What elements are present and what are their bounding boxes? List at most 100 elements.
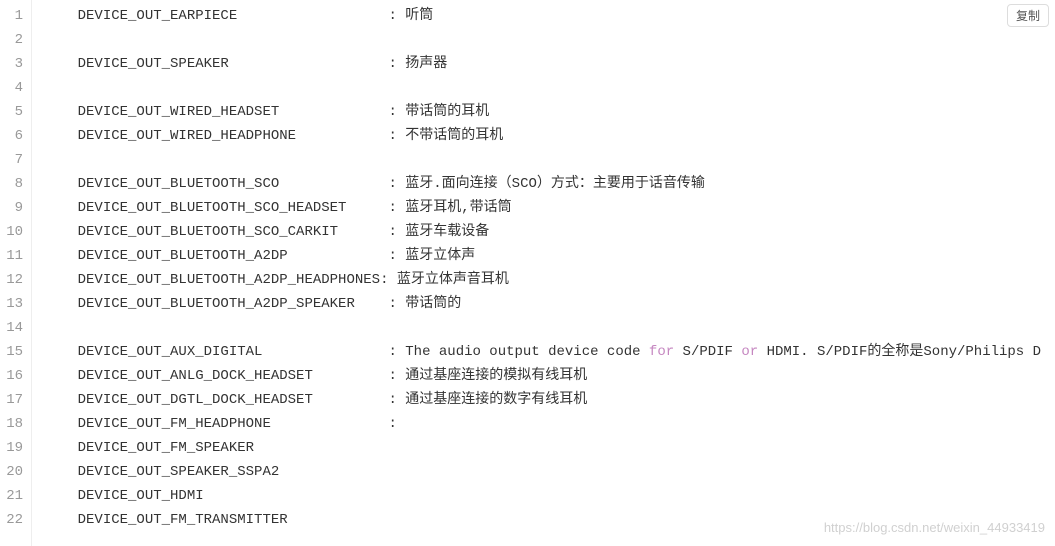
token-ws bbox=[44, 392, 78, 408]
line-number: 8 bbox=[0, 172, 23, 196]
token-ws bbox=[44, 248, 78, 264]
token-txt: 通过基座连接的数字有线耳机 bbox=[405, 392, 587, 408]
token-ws bbox=[44, 488, 78, 504]
token-txt: 带话筒的 bbox=[405, 296, 461, 312]
code-line: DEVICE_OUT_SPEAKER_SSPA2 bbox=[44, 460, 1055, 484]
token-pun: : bbox=[388, 368, 405, 384]
token-id: DEVICE_OUT_SPEAKER_SSPA2 bbox=[78, 464, 280, 480]
line-number: 13 bbox=[0, 292, 23, 316]
line-number: 7 bbox=[0, 148, 23, 172]
token-id: DEVICE_OUT_HDMI bbox=[78, 488, 204, 504]
line-number: 21 bbox=[0, 484, 23, 508]
token-pun: : bbox=[388, 248, 405, 264]
token-ws bbox=[44, 440, 78, 456]
token-id: DEVICE_OUT_BLUETOOTH_SCO bbox=[78, 176, 389, 192]
line-number: 10 bbox=[0, 220, 23, 244]
line-number: 3 bbox=[0, 52, 23, 76]
token-ws bbox=[44, 512, 78, 528]
token-id: DEVICE_OUT_BLUETOOTH_A2DP_SPEAKER bbox=[78, 296, 389, 312]
token-txt: The audio output device code bbox=[405, 344, 649, 360]
token-pun: : bbox=[388, 344, 405, 360]
token-ws bbox=[44, 56, 78, 72]
token-id: DEVICE_OUT_DGTL_DOCK_HEADSET bbox=[78, 392, 389, 408]
code-line: DEVICE_OUT_WIRED_HEADPHONE : 不带话筒的耳机 bbox=[44, 124, 1055, 148]
code-line: DEVICE_OUT_BLUETOOTH_SCO_HEADSET : 蓝牙耳机,… bbox=[44, 196, 1055, 220]
code-block: 复制 12345678910111213141516171819202122 D… bbox=[0, 0, 1055, 546]
token-id: DEVICE_OUT_BLUETOOTH_A2DP bbox=[78, 248, 389, 264]
token-id: DEVICE_OUT_WIRED_HEADPHONE bbox=[78, 128, 389, 144]
token-txt: 蓝牙立体声音耳机 bbox=[397, 272, 509, 288]
code-line: DEVICE_OUT_ANLG_DOCK_HEADSET : 通过基座连接的模拟… bbox=[44, 364, 1055, 388]
token-id: DEVICE_OUT_FM_SPEAKER bbox=[78, 440, 254, 456]
token-id: DEVICE_OUT_BLUETOOTH_SCO_HEADSET bbox=[78, 200, 389, 216]
token-ws bbox=[44, 224, 78, 240]
line-number: 5 bbox=[0, 100, 23, 124]
token-pun: : bbox=[388, 56, 405, 72]
token-pun: : bbox=[388, 296, 405, 312]
token-id: DEVICE_OUT_BLUETOOTH_SCO_CARKIT bbox=[78, 224, 389, 240]
token-txt: 蓝牙车载设备 bbox=[405, 224, 489, 240]
token-id: DEVICE_OUT_AUX_DIGITAL bbox=[78, 344, 389, 360]
token-id: DEVICE_OUT_BLUETOOTH_A2DP_HEADPHONES bbox=[78, 272, 380, 288]
token-txt: 不带话筒的耳机 bbox=[405, 128, 503, 144]
token-ws bbox=[44, 344, 78, 360]
code-line bbox=[44, 76, 1055, 100]
copy-button[interactable]: 复制 bbox=[1007, 4, 1049, 27]
token-id: DEVICE_OUT_FM_HEADPHONE bbox=[78, 416, 389, 432]
token-id: DEVICE_OUT_SPEAKER bbox=[78, 56, 389, 72]
code-line: DEVICE_OUT_DGTL_DOCK_HEADSET : 通过基座连接的数字… bbox=[44, 388, 1055, 412]
token-txt: S/PDIF bbox=[674, 344, 741, 360]
token-pun: : bbox=[388, 128, 405, 144]
code-line: DEVICE_OUT_FM_HEADPHONE : bbox=[44, 412, 1055, 436]
code-line: DEVICE_OUT_EARPIECE : 听筒 bbox=[44, 4, 1055, 28]
line-number-gutter: 12345678910111213141516171819202122 bbox=[0, 0, 32, 546]
code-line: DEVICE_OUT_AUX_DIGITAL : The audio outpu… bbox=[44, 340, 1055, 364]
code-line: DEVICE_OUT_BLUETOOTH_A2DP : 蓝牙立体声 bbox=[44, 244, 1055, 268]
code-line bbox=[44, 148, 1055, 172]
line-number: 18 bbox=[0, 412, 23, 436]
line-number: 12 bbox=[0, 268, 23, 292]
token-ws bbox=[44, 464, 78, 480]
token-ws bbox=[44, 128, 78, 144]
token-id: DEVICE_OUT_EARPIECE bbox=[78, 8, 389, 24]
token-id: DEVICE_OUT_ANLG_DOCK_HEADSET bbox=[78, 368, 389, 384]
token-txt: 扬声器 bbox=[405, 56, 447, 72]
line-number: 14 bbox=[0, 316, 23, 340]
token-ws bbox=[44, 416, 78, 432]
line-number: 2 bbox=[0, 28, 23, 52]
code-line: DEVICE_OUT_BLUETOOTH_SCO : 蓝牙.面向连接（SCO）方… bbox=[44, 172, 1055, 196]
code-line: DEVICE_OUT_BLUETOOTH_A2DP_SPEAKER : 带话筒的 bbox=[44, 292, 1055, 316]
code-line: DEVICE_OUT_HDMI bbox=[44, 484, 1055, 508]
code-line bbox=[44, 28, 1055, 52]
token-pun: : bbox=[388, 200, 405, 216]
token-ws bbox=[44, 200, 78, 216]
token-pun: : bbox=[388, 224, 405, 240]
line-number: 1 bbox=[0, 4, 23, 28]
token-pun: : bbox=[388, 104, 405, 120]
token-kw: or bbox=[741, 344, 758, 360]
token-ws bbox=[44, 104, 78, 120]
token-kw: for bbox=[649, 344, 674, 360]
token-txt: 蓝牙.面向连接（SCO）方式：主要用于话音传输 bbox=[405, 176, 705, 192]
token-pun: : bbox=[388, 176, 405, 192]
token-txt: 听筒 bbox=[405, 8, 433, 24]
token-txt: 通过基座连接的模拟有线耳机 bbox=[405, 368, 587, 384]
code-line bbox=[44, 316, 1055, 340]
line-number: 20 bbox=[0, 460, 23, 484]
line-number: 17 bbox=[0, 388, 23, 412]
code-line: DEVICE_OUT_FM_SPEAKER bbox=[44, 436, 1055, 460]
code-line: DEVICE_OUT_WIRED_HEADSET : 带话筒的耳机 bbox=[44, 100, 1055, 124]
token-txt: HDMI. S/PDIF的全称是Sony/Philips D bbox=[758, 344, 1041, 360]
line-number: 15 bbox=[0, 340, 23, 364]
token-pun: : bbox=[388, 416, 396, 432]
token-pun: : bbox=[380, 272, 397, 288]
token-txt: 带话筒的耳机 bbox=[405, 104, 489, 120]
code-line: DEVICE_OUT_FM_TRANSMITTER bbox=[44, 508, 1055, 532]
line-number: 19 bbox=[0, 436, 23, 460]
code-content: DEVICE_OUT_EARPIECE : 听筒 DEVICE_OUT_SPEA… bbox=[32, 0, 1055, 546]
token-id: DEVICE_OUT_FM_TRANSMITTER bbox=[78, 512, 288, 528]
token-ws bbox=[44, 8, 78, 24]
token-ws bbox=[44, 368, 78, 384]
token-txt: 蓝牙耳机,带话筒 bbox=[405, 200, 511, 216]
token-pun: : bbox=[388, 392, 405, 408]
